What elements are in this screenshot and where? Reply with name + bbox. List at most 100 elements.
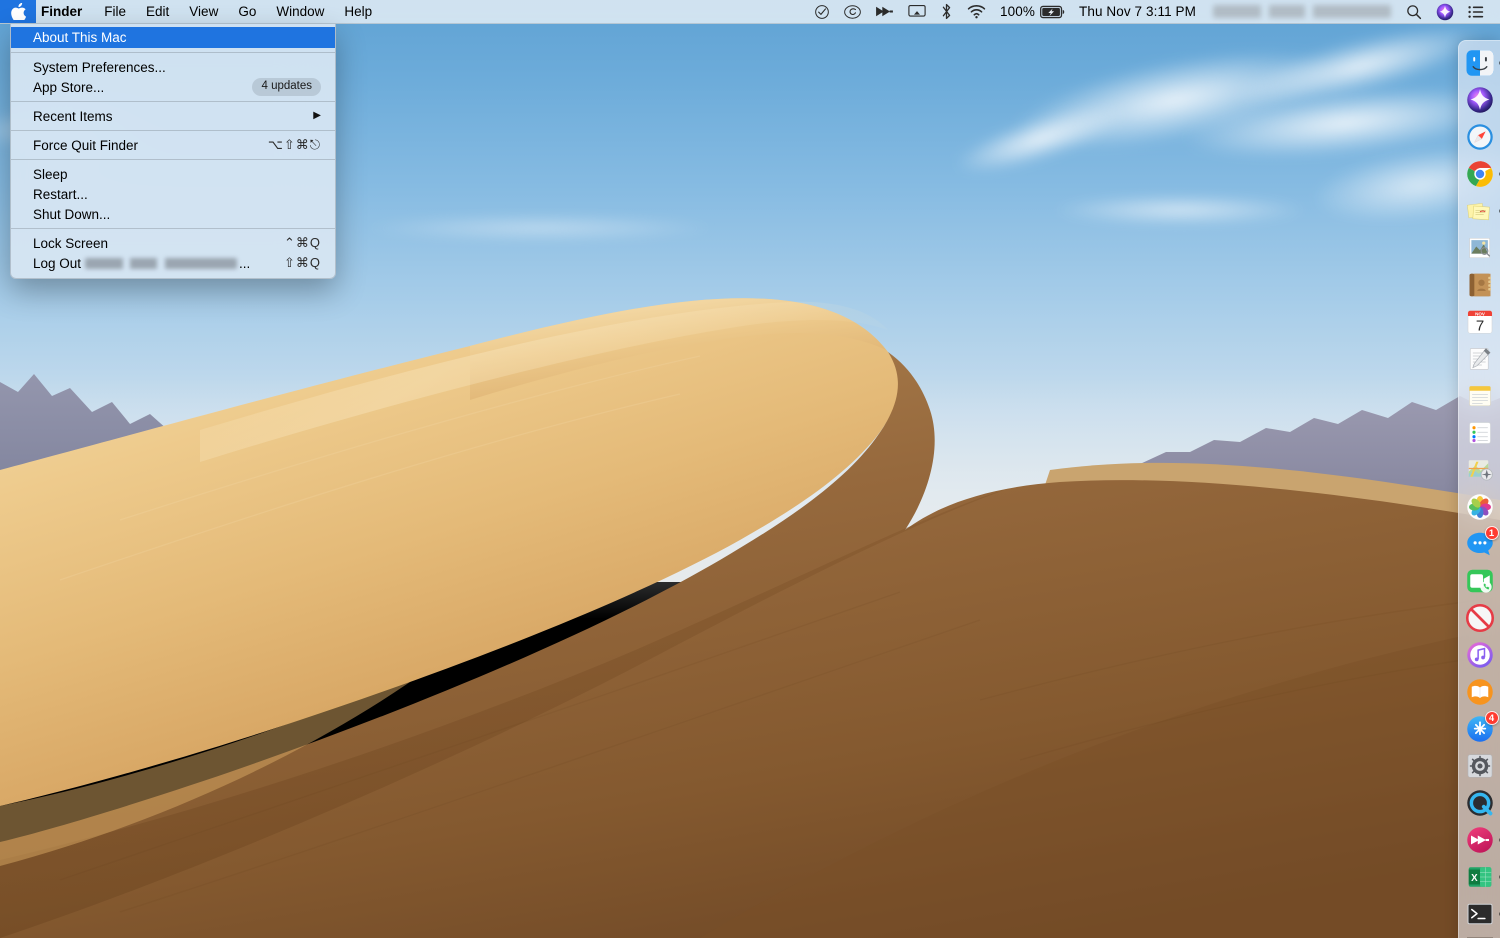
dock-item-restricted-app[interactable] xyxy=(1463,601,1497,635)
menu-bar-item-edit[interactable]: Edit xyxy=(136,0,179,23)
menu-bar-item-label: Finder xyxy=(41,4,82,19)
menu-bar-app-menus[interactable]: Finder File Edit View Go Window Help xyxy=(0,0,382,23)
checkmark-circle-icon xyxy=(814,4,830,20)
wifi-icon xyxy=(967,4,986,19)
notes-icon xyxy=(1465,381,1495,411)
dock-item-itunes[interactable] xyxy=(1463,638,1497,672)
menu-item-force-quit-finder[interactable]: Force Quit Finder ⌥⇧⌘⎋ xyxy=(11,135,335,155)
apple-logo-icon xyxy=(11,3,26,20)
terminal-icon xyxy=(1465,899,1495,929)
menu-item-accessory: 4 updates xyxy=(252,78,321,95)
dock-item-safari[interactable] xyxy=(1463,120,1497,154)
status-item-battery[interactable]: 100% xyxy=(993,0,1073,23)
status-item-clock[interactable]: Thu Nov 7 3:11 PM xyxy=(1073,0,1205,23)
books-icon xyxy=(1465,677,1495,707)
dock-item-siri[interactable] xyxy=(1463,83,1497,117)
app-store-badge: 4 xyxy=(1485,711,1499,725)
menu-separator xyxy=(11,159,335,160)
desktop[interactable]: Finder File Edit View Go Window Help xyxy=(0,0,1500,938)
search-icon xyxy=(1406,4,1422,20)
dock-item-stickies[interactable] xyxy=(1463,194,1497,228)
menu-item-label: Restart... xyxy=(33,187,88,202)
calendar-day-label: 7 xyxy=(1475,317,1483,334)
menu-bar[interactable]: Finder File Edit View Go Window Help xyxy=(0,0,1500,24)
menu-bar-item-window[interactable]: Window xyxy=(266,0,334,23)
menu-item-recent-items[interactable]: Recent Items ▶ xyxy=(11,106,335,126)
menu-item-accessory: ▶ xyxy=(313,111,321,121)
safari-icon xyxy=(1465,122,1495,152)
dock-item-notes[interactable] xyxy=(1463,379,1497,413)
maps-icon xyxy=(1465,455,1495,485)
dock-item-maps[interactable] xyxy=(1463,453,1497,487)
menu-separator xyxy=(11,130,335,131)
restricted-icon xyxy=(1465,603,1495,633)
dock[interactable]: NOV 7 xyxy=(1458,40,1500,938)
svg-text:X: X xyxy=(1471,873,1478,884)
dock-item-microsoft-excel[interactable]: X xyxy=(1463,860,1497,894)
menu-bar-status-area[interactable]: 100% Thu Nov 7 3:11 PM xyxy=(807,0,1500,23)
menu-bar-item-label: Edit xyxy=(146,4,169,19)
menu-item-label: Force Quit Finder xyxy=(33,138,138,153)
menu-item-about-this-mac[interactable]: About This Mac xyxy=(11,27,335,48)
menu-item-label: Log Out xyxy=(33,256,81,271)
photos-icon xyxy=(1465,492,1495,522)
dock-item-preview[interactable] xyxy=(1463,231,1497,265)
apple-menu-button[interactable] xyxy=(0,0,36,23)
menu-item-restart[interactable]: Restart... xyxy=(11,184,335,204)
dock-item-google-chrome[interactable] xyxy=(1463,157,1497,191)
dock-item-calendar[interactable]: NOV 7 xyxy=(1463,305,1497,339)
menu-item-label: About This Mac xyxy=(33,30,127,45)
dock-item-photos[interactable] xyxy=(1463,490,1497,524)
menu-bar-item-help[interactable]: Help xyxy=(334,0,382,23)
status-item-checkmark-circle[interactable] xyxy=(807,0,837,23)
menu-bar-item-label: View xyxy=(189,4,218,19)
submenu-arrow-icon: ▶ xyxy=(313,111,321,121)
dock-item-transfer-app[interactable] xyxy=(1463,823,1497,857)
menu-item-shut-down[interactable]: Shut Down... xyxy=(11,204,335,224)
google-chrome-icon xyxy=(1465,159,1495,189)
dock-item-quicktime-player[interactable] xyxy=(1463,786,1497,820)
battery-charging-icon xyxy=(1040,5,1066,19)
menu-item-system-preferences[interactable]: System Preferences... xyxy=(11,57,335,77)
dock-item-system-preferences[interactable] xyxy=(1463,749,1497,783)
log-out-username-redacted xyxy=(85,258,237,269)
app-store-updates-badge: 4 updates xyxy=(252,78,321,95)
dock-item-terminal[interactable] xyxy=(1463,897,1497,931)
status-item-wifi[interactable] xyxy=(960,0,993,23)
menu-item-label: Recent Items xyxy=(33,109,113,124)
menu-item-sleep[interactable]: Sleep xyxy=(11,164,335,184)
status-item-spotlight[interactable] xyxy=(1399,0,1429,23)
status-item-creative-cloud[interactable] xyxy=(837,0,868,23)
menu-bar-item-file[interactable]: File xyxy=(94,0,136,23)
dock-item-books[interactable] xyxy=(1463,675,1497,709)
apple-menu-dropdown[interactable]: About This Mac System Preferences... App… xyxy=(10,24,336,279)
menu-item-log-out[interactable]: Log Out ... ⇧⌘Q xyxy=(11,253,335,273)
airplay-display-icon xyxy=(908,4,926,19)
status-item-double-chevron[interactable] xyxy=(868,0,901,23)
dock-item-app-store[interactable]: 4 xyxy=(1463,712,1497,746)
contacts-icon xyxy=(1465,270,1495,300)
menu-item-shortcut: ⌥⇧⌘⎋ xyxy=(268,137,321,153)
menu-bar-item-view[interactable]: View xyxy=(179,0,228,23)
menu-item-accessory: ⌃⌘Q xyxy=(284,235,321,251)
dock-item-facetime[interactable] xyxy=(1463,564,1497,598)
menu-item-shortcut: ⇧⌘Q xyxy=(284,255,321,271)
menu-bar-item-go[interactable]: Go xyxy=(228,0,266,23)
status-item-airplay-display[interactable] xyxy=(901,0,933,23)
status-item-username[interactable] xyxy=(1205,0,1399,23)
menu-bar-item-label: Go xyxy=(238,4,256,19)
menu-bar-item-finder[interactable]: Finder xyxy=(36,0,94,23)
menu-item-app-store[interactable]: App Store... 4 updates xyxy=(11,77,335,97)
menu-item-lock-screen[interactable]: Lock Screen ⌃⌘Q xyxy=(11,233,335,253)
status-item-bluetooth[interactable] xyxy=(933,0,960,23)
dock-item-reminders[interactable] xyxy=(1463,416,1497,450)
menu-item-label: Lock Screen xyxy=(33,236,108,251)
dock-item-textedit[interactable] xyxy=(1463,342,1497,376)
status-item-siri[interactable] xyxy=(1429,0,1461,23)
dock-item-finder[interactable] xyxy=(1463,46,1497,80)
system-preferences-icon xyxy=(1465,751,1495,781)
status-item-notification-center[interactable] xyxy=(1461,0,1491,23)
dock-item-contacts[interactable] xyxy=(1463,268,1497,302)
menu-separator xyxy=(11,101,335,102)
dock-item-messages[interactable]: 1 xyxy=(1463,527,1497,561)
